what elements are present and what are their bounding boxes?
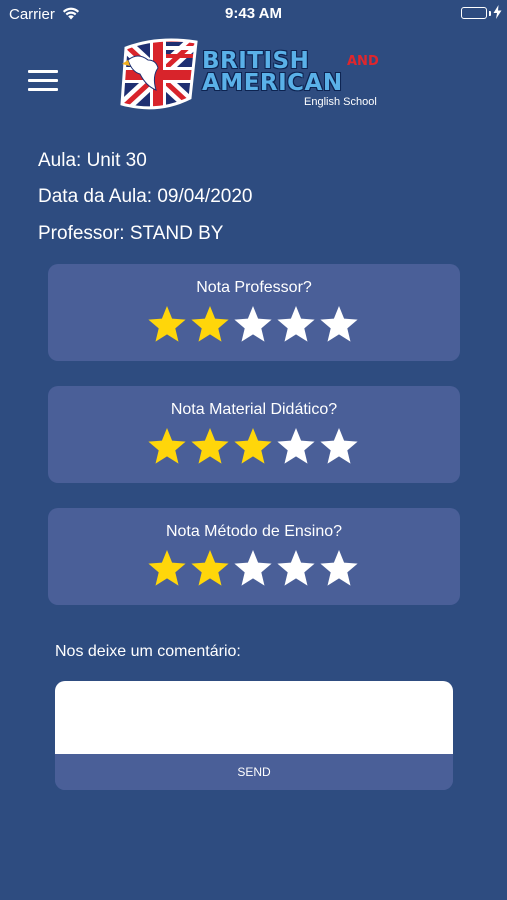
menu-line <box>28 70 58 73</box>
star-filled-icon[interactable] <box>147 426 187 466</box>
star-filled-icon[interactable] <box>190 426 230 466</box>
rating-title: Nota Método de Ensino? <box>165 523 343 540</box>
star-empty-icon[interactable] <box>276 426 316 466</box>
star-rating <box>147 304 363 344</box>
lesson-date: Data da Aula: 09/04/2020 <box>38 186 253 207</box>
eagle-flag-emblem-icon <box>120 38 198 110</box>
logo-subtitle: English School <box>304 96 377 108</box>
star-empty-icon[interactable] <box>319 548 359 588</box>
logo-text-and: AND <box>347 54 379 69</box>
star-filled-icon[interactable] <box>233 426 273 466</box>
star-rating <box>147 426 363 466</box>
menu-line <box>28 88 58 91</box>
star-empty-icon[interactable] <box>319 426 359 466</box>
rating-title: Nota Material Didático? <box>170 401 338 418</box>
star-empty-icon[interactable] <box>276 304 316 344</box>
lesson-unit: Aula: Unit 30 <box>38 150 147 171</box>
star-empty-icon[interactable] <box>276 548 316 588</box>
battery-icon <box>461 7 487 19</box>
clock: 9:43 AM <box>225 5 282 22</box>
star-filled-icon[interactable] <box>190 304 230 344</box>
menu-line <box>28 79 58 82</box>
star-filled-icon[interactable] <box>147 304 187 344</box>
school-logo: BRITISH AND AMERICAN English School <box>118 36 394 114</box>
rating-card-method: Nota Método de Ensino? <box>48 508 460 605</box>
rating-card-material: Nota Material Didático? <box>48 386 460 483</box>
logo-text-american: AMERICAN <box>202 70 343 96</box>
rating-title: Nota Professor? <box>196 279 312 296</box>
star-empty-icon[interactable] <box>233 548 273 588</box>
star-filled-icon[interactable] <box>147 548 187 588</box>
hamburger-menu-icon[interactable] <box>28 70 58 92</box>
star-empty-icon[interactable] <box>319 304 359 344</box>
status-bar: Carrier 9:43 AM <box>0 0 507 28</box>
send-button[interactable]: SEND <box>55 754 453 790</box>
star-empty-icon[interactable] <box>233 304 273 344</box>
battery-tip <box>489 11 491 16</box>
comment-input[interactable] <box>55 681 453 754</box>
charging-bolt-icon <box>493 5 502 24</box>
star-filled-icon[interactable] <box>190 548 230 588</box>
comment-label: Nos deixe um comentário: <box>55 643 241 660</box>
star-rating <box>147 548 363 588</box>
comment-box: SEND <box>55 681 453 790</box>
lesson-teacher: Professor: STAND BY <box>38 223 224 244</box>
rating-card-professor: Nota Professor? <box>48 264 460 361</box>
